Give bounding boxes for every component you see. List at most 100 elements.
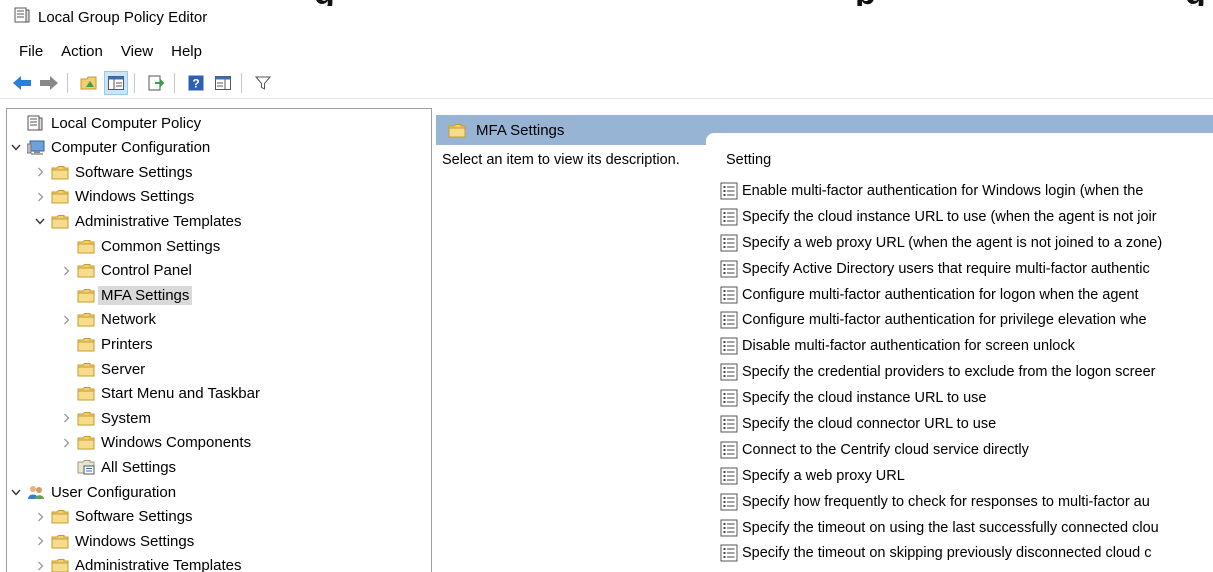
folder-icon (51, 163, 71, 181)
tree-item[interactable]: Start Menu and Taskbar (59, 382, 260, 406)
extended-view-button[interactable] (211, 71, 235, 95)
setting-row[interactable]: Specify a web proxy URL (720, 463, 1213, 489)
expand-toggle[interactable] (59, 313, 73, 327)
svg-text:?: ? (192, 77, 199, 91)
setting-row[interactable]: Enable multi-factor authentication for W… (720, 178, 1213, 204)
tree-item[interactable]: Local Computer Policy (9, 111, 201, 135)
setting-label: Specify the timeout on using the last su… (742, 519, 1159, 536)
tree-item[interactable]: Software Settings (33, 160, 193, 184)
tree-item[interactable]: Control Panel (59, 259, 192, 283)
details-pane: MFA Settings Select an item to view its … (436, 108, 1213, 571)
show-hide-tree-icon (108, 76, 124, 90)
export-list-button[interactable] (144, 71, 168, 95)
tree-item[interactable]: Administrative Templates (33, 554, 241, 572)
expand-toggle[interactable] (59, 436, 73, 450)
folder-icon (77, 360, 97, 378)
show-hide-tree-button[interactable] (104, 71, 128, 95)
setting-label: Specify Active Directory users that requ… (742, 260, 1150, 277)
tree-item[interactable]: System (59, 406, 151, 430)
setting-row[interactable]: Specify the cloud connector URL to use (720, 411, 1213, 437)
chevron-right-icon (37, 561, 43, 571)
filter-button[interactable] (251, 71, 275, 95)
collapse-toggle[interactable] (9, 141, 23, 155)
policy-setting-icon (720, 544, 738, 562)
computer-icon (27, 139, 47, 157)
tree-item-label: Administrative Templates (75, 557, 242, 572)
tree-item[interactable]: Windows Settings (33, 185, 194, 209)
folder-icon (77, 409, 97, 427)
expand-toggle[interactable] (59, 264, 73, 278)
policy-setting-icon (720, 363, 738, 381)
tree-item[interactable]: Windows Components (59, 431, 251, 455)
setting-label: Configure multi-factor authentication fo… (742, 286, 1139, 303)
expand-toggle[interactable] (33, 190, 47, 204)
setting-label: Configure multi-factor authentication fo… (742, 312, 1147, 329)
tree-item[interactable]: All Settings (59, 455, 176, 479)
setting-row[interactable]: Specify Active Directory users that requ… (720, 256, 1213, 282)
up-level-button[interactable] (77, 71, 101, 95)
no-toggle (59, 337, 73, 351)
toolbar-separator (134, 73, 135, 93)
no-toggle (59, 460, 73, 474)
expand-toggle[interactable] (33, 510, 47, 524)
chevron-down-icon (35, 218, 45, 225)
folder-icon (77, 237, 97, 255)
tree-item-label: Software Settings (75, 163, 193, 181)
tree-item[interactable]: Computer Configuration (9, 136, 210, 160)
column-header-setting[interactable]: Setting (726, 152, 771, 168)
setting-label: Specify the cloud instance URL to use (w… (742, 208, 1157, 225)
folder-icon (51, 508, 71, 526)
tree-item-label: Start Menu and Taskbar (101, 385, 260, 403)
tree-item[interactable]: Printers (59, 332, 153, 356)
setting-row[interactable]: Specify the cloud instance URL to use (w… (720, 204, 1213, 230)
policy-setting-icon (720, 260, 738, 278)
setting-label: Disable multi-factor authentication for … (742, 338, 1075, 355)
tree-item[interactable]: Common Settings (59, 234, 220, 258)
forward-arrow-icon (40, 76, 58, 90)
help-icon: ? (188, 75, 204, 91)
setting-row[interactable]: Specify the timeout on skipping previous… (720, 540, 1213, 566)
back-button[interactable] (10, 71, 34, 95)
tree-item[interactable]: Server (59, 357, 145, 381)
menu-help[interactable]: Help (164, 43, 209, 60)
tree-item-label: Computer Configuration (51, 139, 211, 157)
tree-item-label: System (101, 409, 152, 427)
setting-label: Specify a web proxy URL (742, 467, 905, 484)
menu-file[interactable]: File (12, 43, 50, 60)
collapse-toggle[interactable] (33, 214, 47, 228)
policy-setting-icon (720, 415, 738, 433)
allsettings-icon (77, 458, 97, 476)
menu-view[interactable]: View (114, 43, 160, 60)
policy-editor-icon (14, 7, 30, 27)
tree-item[interactable]: Software Settings (33, 505, 193, 529)
setting-row[interactable]: Connect to the Centrify cloud service di… (720, 437, 1213, 463)
expand-toggle[interactable] (59, 411, 73, 425)
expand-toggle[interactable] (33, 559, 47, 572)
setting-row[interactable]: Configure multi-factor authentication fo… (720, 282, 1213, 308)
setting-row[interactable]: Specify the cloud instance URL to use (720, 385, 1213, 411)
filter-icon (255, 76, 271, 90)
setting-row[interactable]: Specify a web proxy URL (when the agent … (720, 230, 1213, 256)
users-icon (27, 483, 47, 501)
chevron-right-icon (37, 536, 43, 546)
folder-icon (77, 311, 97, 329)
expand-toggle[interactable] (33, 165, 47, 179)
tree-item-label: All Settings (101, 458, 177, 476)
setting-row[interactable]: Specify the timeout on using the last su… (720, 515, 1213, 541)
setting-row[interactable]: Disable multi-factor authentication for … (720, 333, 1213, 359)
help-button[interactable]: ? (184, 71, 208, 95)
forward-button[interactable] (37, 71, 61, 95)
setting-row[interactable]: Specify the credential providers to excl… (720, 359, 1213, 385)
tree-item-label: Common Settings (101, 237, 221, 255)
collapse-toggle[interactable] (9, 485, 23, 499)
tree-item[interactable]: User Configuration (9, 480, 176, 504)
tree-item[interactable]: Network (59, 308, 156, 332)
expand-toggle[interactable] (33, 534, 47, 548)
tree-item[interactable]: Administrative Templates (33, 209, 241, 233)
console-tree[interactable]: Local Computer Policy Computer Configurat… (6, 108, 432, 572)
setting-row[interactable]: Specify how frequently to check for resp… (720, 489, 1213, 515)
menu-action[interactable]: Action (54, 43, 110, 60)
tree-item[interactable]: MFA Settings (59, 283, 193, 307)
setting-row[interactable]: Configure multi-factor authentication fo… (720, 307, 1213, 333)
tree-item[interactable]: Windows Settings (33, 529, 194, 553)
